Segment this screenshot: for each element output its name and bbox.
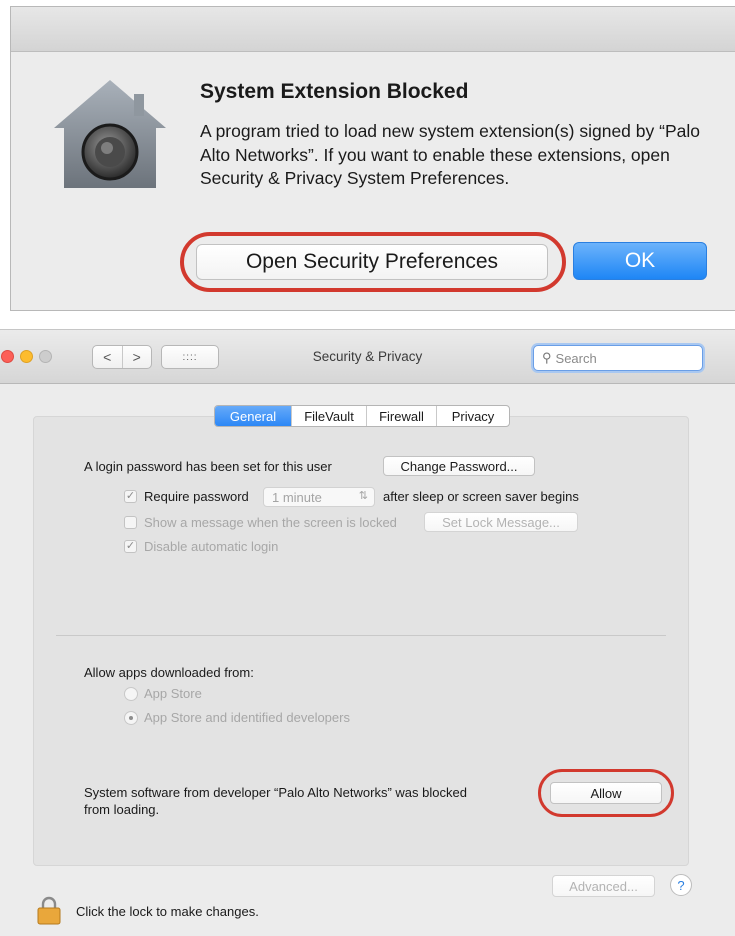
search-placeholder: Search — [555, 350, 597, 366]
allow-apps-heading: Allow apps downloaded from: — [84, 665, 254, 680]
lock-text: Click the lock to make changes. — [76, 904, 259, 919]
set-lock-message-button[interactable]: Set Lock Message... — [424, 512, 578, 532]
section-divider — [56, 635, 666, 636]
advanced-button[interactable]: Advanced... — [552, 875, 655, 897]
search-field[interactable]: ⚲ Search — [533, 345, 703, 371]
help-button[interactable]: ? — [670, 874, 692, 896]
popup-arrows-icon: ⇅ — [358, 490, 368, 502]
disable-auto-login-label: Disable automatic login — [144, 539, 279, 554]
security-lock-house-icon — [54, 80, 166, 188]
app-store-identified-label: App Store and identified developers — [144, 710, 350, 725]
change-password-button[interactable]: Change Password... — [383, 456, 535, 476]
tab-filevault[interactable]: FileVault — [291, 406, 366, 426]
lock-icon[interactable] — [37, 895, 61, 925]
login-password-text: A login password has been set for this u… — [84, 459, 332, 474]
disable-auto-login-checkbox[interactable]: ✓ — [124, 540, 137, 553]
tab-privacy[interactable]: Privacy — [436, 406, 509, 426]
allow-button[interactable]: Allow — [550, 782, 662, 804]
alert-message: A program tried to load new system exten… — [200, 121, 700, 188]
blocked-software-line1: System software from developer “Palo Alt… — [84, 785, 467, 800]
require-password-delay-value: 1 minute — [272, 489, 322, 505]
require-password-delay-select[interactable]: 1 minute ⇅ — [263, 487, 375, 507]
alert-title: System Extension Blocked — [200, 80, 469, 103]
app-store-radio[interactable] — [124, 687, 138, 701]
blocked-software-line2: from loading. — [84, 802, 160, 817]
open-security-preferences-button[interactable]: Open Security Preferences — [196, 244, 548, 280]
window-toolbar: < > :::: Security & Privacy ⚲ Search — [0, 330, 735, 384]
require-password-suffix: after sleep or screen saver begins — [383, 489, 579, 504]
show-message-label: Show a message when the screen is locked — [144, 515, 397, 530]
app-store-label: App Store — [144, 686, 202, 701]
require-password-label: Require password — [144, 489, 249, 504]
tab-firewall[interactable]: Firewall — [366, 406, 436, 426]
search-icon: ⚲ — [542, 350, 552, 365]
tab-bar: General FileVault Firewall Privacy — [214, 405, 510, 427]
security-privacy-window: < > :::: Security & Privacy ⚲ Search Gen… — [0, 329, 735, 936]
require-password-checkbox[interactable]: ✓ — [124, 490, 137, 503]
alert-titlebar — [11, 7, 735, 52]
ok-button[interactable]: OK — [573, 242, 707, 280]
tab-general[interactable]: General — [215, 406, 291, 426]
app-store-identified-radio[interactable] — [124, 711, 138, 725]
show-message-checkbox[interactable] — [124, 516, 137, 529]
